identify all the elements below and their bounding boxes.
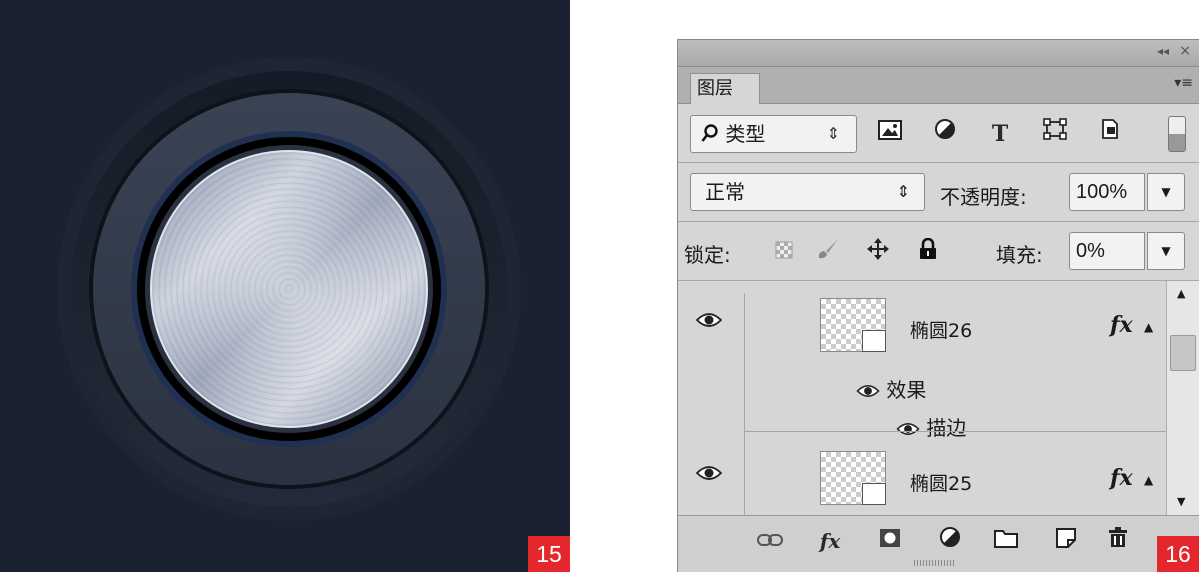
add-mask-icon[interactable] bbox=[874, 526, 906, 556]
lock-image-pixels-brush-icon[interactable] bbox=[814, 238, 842, 266]
adjustment-filter-icon[interactable] bbox=[928, 118, 962, 150]
lock-all-padlock-icon[interactable] bbox=[914, 237, 942, 266]
lock-row: 锁定: 填充: 0% ▼ bbox=[678, 222, 1199, 281]
eye-visibility-icon[interactable] bbox=[856, 384, 880, 398]
scroll-down-arrow-icon[interactable]: ▼ bbox=[1177, 495, 1185, 508]
panel-resize-grip[interactable] bbox=[914, 560, 956, 566]
stroke-label: 描边 bbox=[926, 416, 967, 440]
fill-label: 填充: bbox=[996, 243, 1043, 267]
shape-filter-icon[interactable] bbox=[1038, 118, 1072, 150]
lock-label: 锁定: bbox=[684, 243, 731, 267]
layer-name[interactable]: 椭圆26 bbox=[910, 316, 972, 343]
scroll-up-arrow-icon[interactable]: ▲ bbox=[1177, 287, 1185, 300]
up-down-arrows-icon: ⇕ bbox=[826, 124, 840, 143]
opacity-field[interactable]: 100% bbox=[1069, 173, 1145, 211]
layer-list: 椭圆26 fx ▲ 效果 描边 椭圆25 fx ▲ ▲ ▼ bbox=[678, 281, 1199, 515]
layer-list-scrollbar[interactable]: ▲ ▼ bbox=[1166, 281, 1199, 515]
lock-position-move-icon[interactable] bbox=[864, 238, 892, 266]
shape-layer-badge-icon bbox=[862, 483, 886, 505]
new-layer-icon[interactable] bbox=[1050, 526, 1082, 556]
panel-titlebar: ◂◂ × bbox=[678, 40, 1199, 67]
opacity-label: 不透明度: bbox=[940, 185, 1027, 209]
layer-separator bbox=[744, 431, 1166, 432]
effects-row[interactable]: 效果 bbox=[856, 374, 926, 403]
layers-panel: ◂◂ × 图层 ▾≡ 类型 ⇕ T 正常 ⇕ 不透明度: 100% ▼ 锁定: … bbox=[677, 39, 1199, 572]
link-layers-icon[interactable] bbox=[754, 526, 786, 556]
eye-visibility-icon[interactable] bbox=[696, 465, 722, 481]
canvas-artwork: 15 bbox=[0, 0, 570, 572]
image-filter-icon[interactable] bbox=[873, 118, 907, 150]
search-icon bbox=[701, 124, 718, 142]
filter-kind-label: 类型 bbox=[725, 122, 766, 146]
metal-shading bbox=[151, 151, 427, 427]
blend-row: 正常 ⇕ 不透明度: 100% ▼ bbox=[678, 163, 1199, 222]
close-panel-icon[interactable]: × bbox=[1179, 43, 1191, 59]
step-badge-16: 16 bbox=[1157, 536, 1199, 572]
smart-object-filter-icon[interactable] bbox=[1093, 118, 1127, 150]
layer-filter-row: 类型 ⇕ T bbox=[678, 104, 1199, 163]
layers-bottom-toolbar: fx bbox=[678, 515, 1199, 572]
panel-menu-icon[interactable]: ▾≡ bbox=[1174, 75, 1193, 91]
layer-fx-icon[interactable]: fx bbox=[1110, 312, 1133, 338]
filter-kind-select[interactable]: 类型 ⇕ bbox=[690, 115, 857, 153]
lock-transparent-pixels-icon[interactable] bbox=[770, 238, 798, 266]
collapse-panel-icon[interactable]: ◂◂ bbox=[1157, 44, 1169, 58]
chevron-down-icon: ▼ bbox=[1161, 185, 1171, 199]
stroke-effect-row[interactable]: 描边 bbox=[896, 412, 966, 441]
scroll-thumb[interactable] bbox=[1170, 335, 1196, 371]
layer-thumbnail bbox=[820, 451, 886, 505]
metal-knob-illustration bbox=[57, 57, 521, 521]
type-filter-icon[interactable]: T bbox=[983, 118, 1017, 150]
up-down-arrows-icon: ⇕ bbox=[896, 182, 910, 201]
expand-effects-icon[interactable]: ▲ bbox=[1144, 473, 1153, 487]
panel-tab-row: 图层 ▾≡ bbox=[678, 67, 1199, 104]
opacity-dropdown-button[interactable]: ▼ bbox=[1147, 173, 1185, 211]
layer-row[interactable]: 椭圆26 fx ▲ 效果 描边 bbox=[678, 294, 1166, 440]
fill-field[interactable]: 0% bbox=[1069, 232, 1145, 270]
fx-icon[interactable]: fx bbox=[814, 526, 846, 556]
effects-label: 效果 bbox=[886, 378, 927, 402]
trash-icon[interactable] bbox=[1102, 526, 1134, 556]
blend-mode-value: 正常 bbox=[705, 180, 745, 204]
shape-layer-badge-icon bbox=[862, 330, 886, 352]
new-group-folder-icon[interactable] bbox=[990, 526, 1022, 556]
fill-dropdown-button[interactable]: ▼ bbox=[1147, 232, 1185, 270]
layer-row[interactable]: 椭圆25 fx ▲ bbox=[678, 447, 1166, 521]
adjustment-layer-icon[interactable] bbox=[934, 526, 966, 556]
blend-mode-select[interactable]: 正常 ⇕ bbox=[690, 173, 925, 211]
tab-layers[interactable]: 图层 bbox=[690, 73, 760, 104]
filter-toggle-switch[interactable] bbox=[1168, 116, 1186, 152]
chevron-down-icon: ▼ bbox=[1161, 244, 1171, 258]
eye-visibility-icon[interactable] bbox=[896, 422, 920, 436]
collapse-effects-icon[interactable]: ▲ bbox=[1144, 320, 1153, 334]
eye-visibility-icon[interactable] bbox=[696, 312, 722, 328]
step-badge-15: 15 bbox=[528, 536, 570, 572]
layer-name[interactable]: 椭圆25 bbox=[910, 469, 972, 496]
layer-thumbnail bbox=[820, 298, 886, 352]
layer-fx-icon[interactable]: fx bbox=[1110, 465, 1133, 491]
